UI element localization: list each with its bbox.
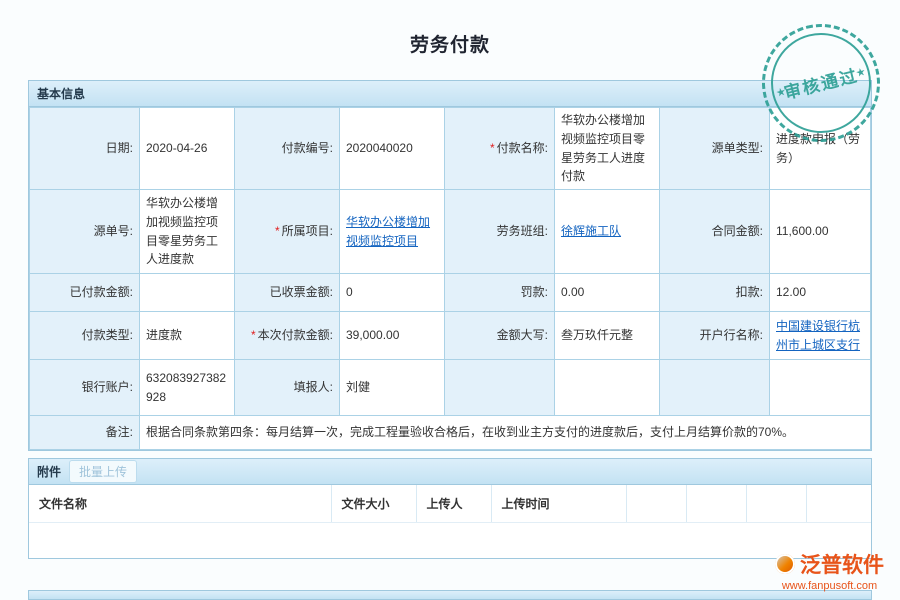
column-upload-time: 上传时间 bbox=[491, 485, 626, 522]
label-current-amount-text: 本次付款金额: bbox=[258, 328, 333, 342]
label-current-amount: *本次付款金额: bbox=[235, 312, 340, 360]
value-payment-no: 2020040020 bbox=[340, 108, 445, 190]
value-bank-account: 632083927382928 bbox=[140, 360, 235, 416]
value-invoice-amount: 0 bbox=[340, 274, 445, 312]
label-bank-name: 开户行名称: bbox=[660, 312, 770, 360]
label-payment-no: 付款编号: bbox=[235, 108, 340, 190]
column-file-name: 文件名称 bbox=[29, 485, 331, 522]
value-preparer: 刘健 bbox=[340, 360, 445, 416]
label-payment-name: *付款名称: bbox=[445, 108, 555, 190]
fanpu-logo-icon bbox=[775, 554, 795, 574]
value-date: 2020-04-26 bbox=[140, 108, 235, 190]
next-section-bar bbox=[28, 590, 872, 600]
value-deduction: 12.00 bbox=[770, 274, 871, 312]
label-contract-amount: 合同金额: bbox=[660, 190, 770, 274]
empty-value-cell bbox=[555, 360, 660, 416]
required-mark: * bbox=[275, 224, 280, 238]
label-deduction: 扣款: bbox=[660, 274, 770, 312]
table-row: 银行账户: 632083927382928 填报人: 刘健 bbox=[30, 360, 871, 416]
fanpu-website-text: www.fanpusoft.com bbox=[775, 580, 884, 592]
label-penalty: 罚款: bbox=[445, 274, 555, 312]
attachments-header: 附件 批量上传 bbox=[29, 459, 871, 485]
label-invoice-amount: 已收票金额: bbox=[235, 274, 340, 312]
label-payment-name-text: 付款名称: bbox=[497, 141, 548, 155]
label-project-text: 所属项目: bbox=[282, 224, 333, 238]
label-preparer: 填报人: bbox=[235, 360, 340, 416]
attachments-empty-row bbox=[29, 522, 871, 556]
value-current-amount: 39,000.00 bbox=[340, 312, 445, 360]
table-row: 付款类型: 进度款 *本次付款金额: 39,000.00 金额大写: 叁万玖仟元… bbox=[30, 312, 871, 360]
project-link[interactable]: 华软办公楼增加视频监控项目 bbox=[346, 215, 430, 248]
column-empty bbox=[746, 485, 806, 522]
column-empty bbox=[686, 485, 746, 522]
empty-value-cell bbox=[770, 360, 871, 416]
label-remark: 备注: bbox=[30, 416, 140, 450]
column-empty bbox=[626, 485, 686, 522]
value-project: 华软办公楼增加视频监控项目 bbox=[340, 190, 445, 274]
basic-info-section: 基本信息 日期: 2020-04-26 付款编号: 2020040020 *付款… bbox=[28, 80, 872, 451]
table-row: 源单号: 华软办公楼增加视频监控项目零星劳务工人进度款 *所属项目: 华软办公楼… bbox=[30, 190, 871, 274]
label-amount-words: 金额大写: bbox=[445, 312, 555, 360]
bank-name-link[interactable]: 中国建设银行杭州市上城区支行 bbox=[776, 319, 860, 352]
value-paid-amount bbox=[140, 274, 235, 312]
attachments-table: 文件名称 文件大小 上传人 上传时间 bbox=[29, 485, 871, 556]
value-source-no: 华软办公楼增加视频监控项目零星劳务工人进度款 bbox=[140, 190, 235, 274]
label-payment-type: 付款类型: bbox=[30, 312, 140, 360]
table-row: 备注: 根据合同条款第四条：每月结算一次，完成工程量验收合格后，在收到业主方支付… bbox=[30, 416, 871, 450]
value-labor-team: 徐辉施工队 bbox=[555, 190, 660, 274]
basic-info-header: 基本信息 bbox=[29, 81, 871, 107]
label-date: 日期: bbox=[30, 108, 140, 190]
value-penalty: 0.00 bbox=[555, 274, 660, 312]
attachments-section: 附件 批量上传 文件名称 文件大小 上传人 上传时间 bbox=[28, 458, 872, 559]
batch-upload-button[interactable]: 批量上传 bbox=[69, 460, 137, 483]
attachments-empty-cell bbox=[29, 522, 871, 556]
column-file-size: 文件大小 bbox=[331, 485, 416, 522]
label-paid-amount: 已付款金额: bbox=[30, 274, 140, 312]
label-labor-team: 劳务班组: bbox=[445, 190, 555, 274]
label-source-type: 源单类型: bbox=[660, 108, 770, 190]
fanpu-logo: 泛普软件 www.fanpusoft.com bbox=[775, 549, 884, 592]
value-payment-name: 华软办公楼增加视频监控项目零星劳务工人进度付款 bbox=[555, 108, 660, 190]
value-amount-words: 叁万玖仟元整 bbox=[555, 312, 660, 360]
fanpu-brand-text: 泛普软件 bbox=[800, 549, 884, 579]
table-row: 已付款金额: 已收票金额: 0 罚款: 0.00 扣款: 12.00 bbox=[30, 274, 871, 312]
label-project: *所属项目: bbox=[235, 190, 340, 274]
empty-label-cell bbox=[445, 360, 555, 416]
label-source-no: 源单号: bbox=[30, 190, 140, 274]
column-empty bbox=[806, 485, 871, 522]
table-row: 日期: 2020-04-26 付款编号: 2020040020 *付款名称: 华… bbox=[30, 108, 871, 190]
required-mark: * bbox=[490, 141, 495, 155]
value-bank-name: 中国建设银行杭州市上城区支行 bbox=[770, 312, 871, 360]
attachments-header-row: 文件名称 文件大小 上传人 上传时间 bbox=[29, 485, 871, 522]
value-remark: 根据合同条款第四条：每月结算一次，完成工程量验收合格后，在收到业主方支付的进度款… bbox=[140, 416, 871, 450]
attachments-title: 附件 bbox=[37, 463, 61, 480]
value-contract-amount: 11,600.00 bbox=[770, 190, 871, 274]
labor-team-link[interactable]: 徐辉施工队 bbox=[561, 224, 621, 238]
basic-info-table: 日期: 2020-04-26 付款编号: 2020040020 *付款名称: 华… bbox=[29, 107, 871, 450]
empty-label-cell bbox=[660, 360, 770, 416]
basic-info-title: 基本信息 bbox=[37, 85, 85, 102]
label-bank-account: 银行账户: bbox=[30, 360, 140, 416]
required-mark: * bbox=[251, 328, 256, 342]
column-uploader: 上传人 bbox=[416, 485, 491, 522]
value-payment-type: 进度款 bbox=[140, 312, 235, 360]
